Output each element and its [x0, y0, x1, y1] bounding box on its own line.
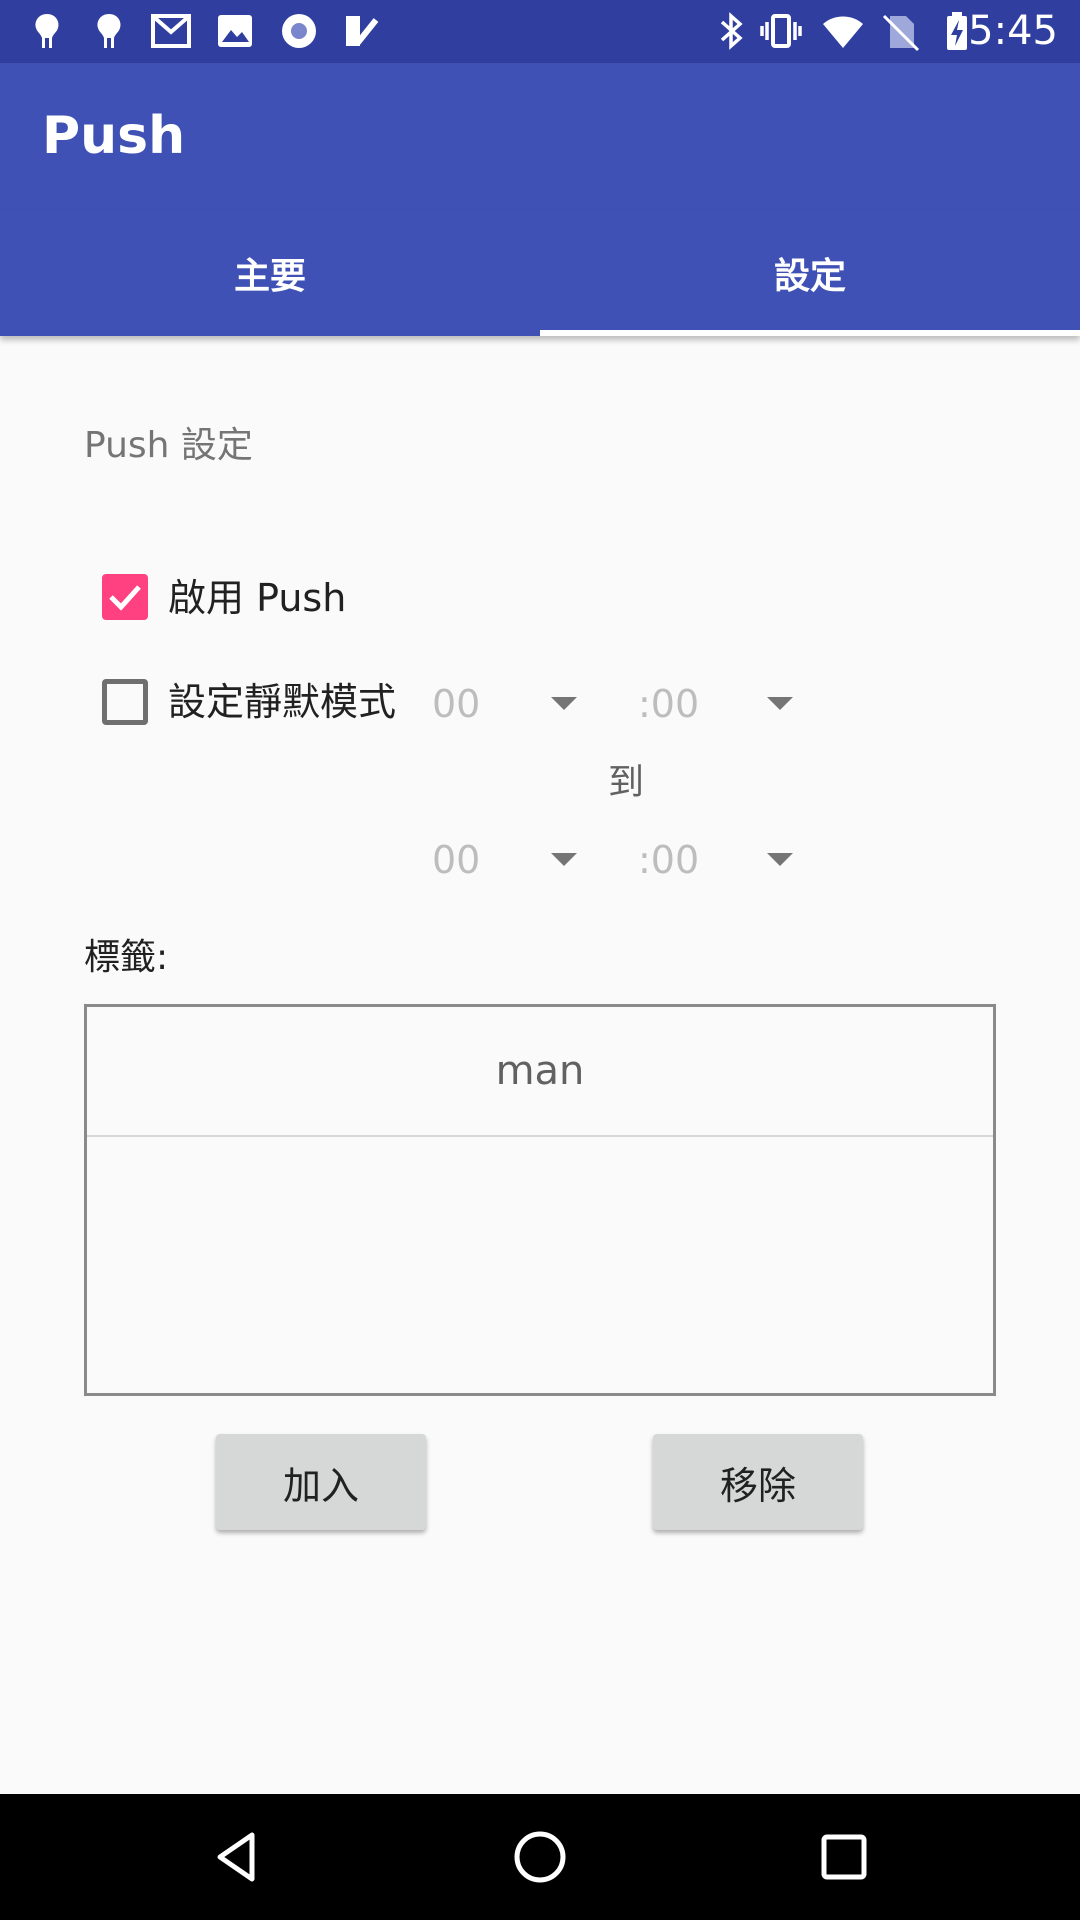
tab-main-label: 主要: [233, 256, 306, 297]
enable-push-label[interactable]: 啟用 Push: [168, 573, 346, 623]
app-bar: Push: [0, 63, 1080, 210]
tab-settings-label: 設定: [773, 256, 846, 297]
quiet-mode-checkbox[interactable]: [102, 679, 148, 725]
chevron-down-icon[interactable]: [767, 697, 793, 710]
quiet-mode-label[interactable]: 設定靜默模式: [168, 677, 396, 727]
tab-settings[interactable]: 設定: [540, 210, 1080, 336]
tag-list[interactable]: man: [84, 1004, 996, 1396]
chevron-down-icon[interactable]: [551, 697, 577, 710]
record-icon: [282, 14, 316, 48]
vibrate-icon: [760, 14, 802, 48]
to-minute-spinner[interactable]: :00: [638, 835, 699, 885]
tag-item-label: man: [495, 1048, 585, 1094]
wifi-icon: [823, 16, 863, 48]
from-minute-spinner[interactable]: :00: [638, 679, 699, 729]
remove-button[interactable]: 移除: [653, 1434, 863, 1530]
tab-bar: 主要 設定: [0, 210, 1080, 336]
tags-label: 標籤:: [84, 937, 169, 978]
clock: 5:45: [968, 8, 1058, 54]
list-item[interactable]: man: [87, 1007, 993, 1137]
back-icon[interactable]: [206, 1827, 266, 1887]
recents-icon[interactable]: [814, 1827, 874, 1887]
from-hour-spinner[interactable]: 00: [432, 679, 480, 729]
no-sim-icon: [882, 14, 920, 52]
tab-main[interactable]: 主要: [0, 210, 540, 336]
enable-push-checkbox[interactable]: [102, 574, 148, 620]
checklist-icon: [346, 16, 379, 46]
bluetooth-icon: [720, 12, 743, 50]
chevron-down-icon[interactable]: [551, 853, 577, 866]
tab-indicator: [540, 330, 1080, 336]
to-hour-spinner[interactable]: 00: [432, 835, 480, 885]
check-icon: [109, 585, 141, 611]
remove-button-label: 移除: [719, 1463, 796, 1508]
section-title: Push 設定: [84, 425, 253, 466]
navigation-bar: [0, 1794, 1080, 1920]
chevron-down-icon[interactable]: [767, 853, 793, 866]
add-button[interactable]: 加入: [216, 1434, 426, 1530]
status-bar: 5:45: [0, 0, 1080, 63]
image-icon: [218, 15, 252, 47]
app-title: Push: [42, 106, 186, 166]
to-label: 到: [608, 762, 645, 803]
app-notification-icon: [97, 14, 121, 48]
app-notification-icon: [35, 14, 59, 48]
gmail-icon: [151, 14, 191, 48]
home-icon[interactable]: [510, 1827, 570, 1887]
add-button-label: 加入: [282, 1463, 359, 1508]
